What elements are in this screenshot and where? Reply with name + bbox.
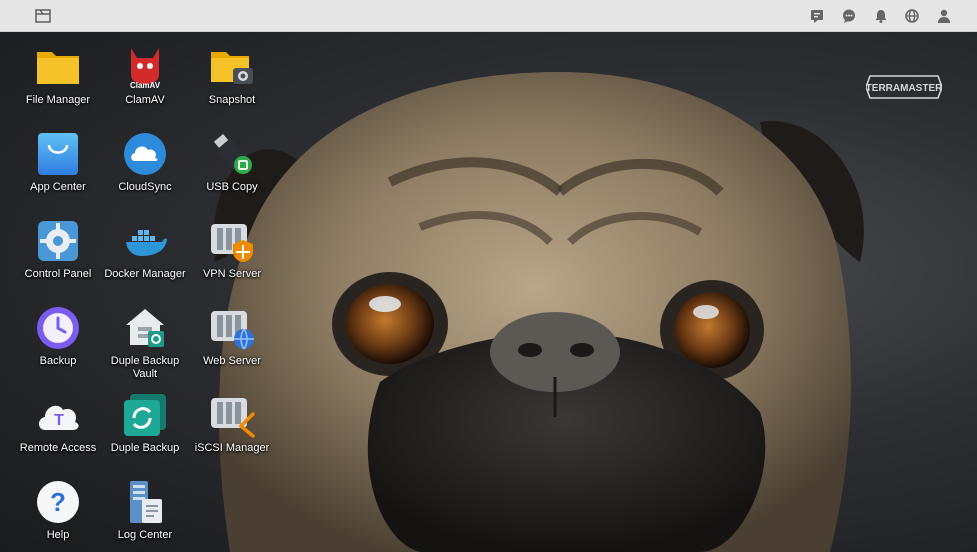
app-backup[interactable]: Backup xyxy=(13,301,103,387)
app-docker-manager[interactable]: Docker Manager xyxy=(100,214,190,300)
gear-icon xyxy=(38,221,78,261)
svg-text:?: ? xyxy=(50,487,66,517)
message-icon[interactable] xyxy=(808,7,826,25)
app-label: USB Copy xyxy=(206,181,258,193)
app-label: Duple Backup xyxy=(110,442,180,454)
window-icon[interactable] xyxy=(34,7,52,25)
vault-house-icon xyxy=(126,309,164,347)
app-app-center[interactable]: App Center xyxy=(13,127,103,213)
app-file-manager[interactable]: File Manager xyxy=(13,40,103,126)
app-label: Web Server xyxy=(203,355,261,367)
cloud-icon: T xyxy=(39,405,79,430)
bell-icon[interactable] xyxy=(872,7,890,25)
app-label: Control Panel xyxy=(24,268,92,280)
user-icon[interactable] xyxy=(935,7,953,25)
app-remote-access[interactable]: T Remote Access xyxy=(13,388,103,474)
app-usb-copy[interactable]: USB Copy xyxy=(187,127,277,213)
clamav-icon: ClamAV xyxy=(130,48,161,90)
app-help[interactable]: ? Help xyxy=(13,475,103,552)
globe-icon[interactable] xyxy=(903,7,921,25)
clock-icon xyxy=(37,307,79,349)
app-label: Docker Manager xyxy=(104,268,186,280)
app-log-center[interactable]: Log Center xyxy=(100,475,190,552)
app-duple-backup-vault[interactable]: Duple Backup Vault xyxy=(100,301,190,387)
help-icon: ? xyxy=(37,481,79,523)
logo-text: TERRAMASTER xyxy=(866,83,942,94)
app-iscsi-manager[interactable]: iSCSI Manager xyxy=(187,388,277,474)
app-label: VPN Server xyxy=(202,268,262,280)
terramaster-logo: TERRAMASTER xyxy=(866,75,942,99)
app-clamav[interactable]: ClamAV ClamAV xyxy=(100,40,190,126)
app-duple-backup[interactable]: Duple Backup xyxy=(100,388,190,474)
web-server-icon xyxy=(211,311,254,350)
app-label: Duple Backup Vault xyxy=(110,355,180,380)
app-web-server[interactable]: Web Server xyxy=(187,301,277,387)
sync-box-icon xyxy=(124,394,166,436)
app-cloudsync[interactable]: CloudSync xyxy=(100,127,190,213)
snapshot-folder-icon xyxy=(211,52,253,84)
app-label: iSCSI Manager xyxy=(194,442,270,454)
usb-icon xyxy=(213,134,252,174)
desktop: TERRAMASTER File Manager App Center Cont… xyxy=(0,32,977,552)
app-snapshot[interactable]: Snapshot xyxy=(187,40,277,126)
app-label: Help xyxy=(46,529,70,541)
top-bar xyxy=(0,0,977,32)
app-label: File Manager xyxy=(25,94,91,106)
app-label: CloudSync xyxy=(118,181,172,193)
app-vpn-server[interactable]: VPN Server xyxy=(187,214,277,300)
svg-text:T: T xyxy=(54,412,64,429)
app-label: Backup xyxy=(39,355,77,367)
vpn-server-icon xyxy=(211,224,253,262)
log-document-icon xyxy=(130,481,162,523)
chat-icon[interactable] xyxy=(840,7,858,25)
app-control-panel[interactable]: Control Panel xyxy=(13,214,103,300)
iscsi-server-icon xyxy=(211,398,255,438)
shopping-bag-icon xyxy=(38,133,78,175)
folder-icon xyxy=(37,52,79,84)
app-label: Log Center xyxy=(117,529,173,541)
cloud-sync-icon xyxy=(124,133,166,175)
docker-whale-icon xyxy=(126,230,167,256)
app-label: ClamAV xyxy=(125,94,165,106)
svg-text:ClamAV: ClamAV xyxy=(130,81,161,90)
app-label: App Center xyxy=(30,181,86,193)
app-label: Remote Access xyxy=(19,442,97,454)
app-label: Snapshot xyxy=(208,94,256,106)
